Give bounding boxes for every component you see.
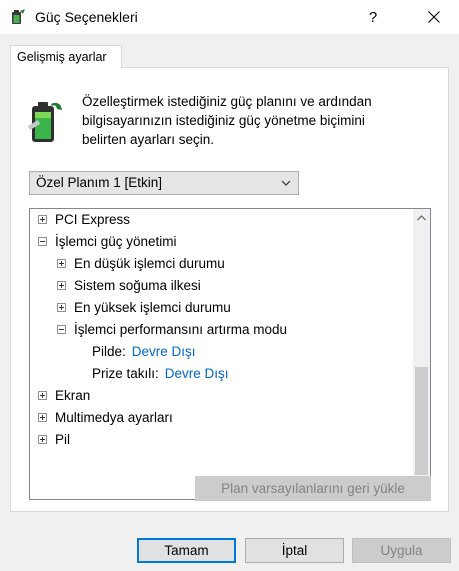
- tree-item-display[interactable]: Ekran: [38, 385, 90, 407]
- tree-item-cooling-policy[interactable]: Sistem soğuma ilkesi: [57, 275, 201, 297]
- tree-item-label: İşlemci güç yönetimi: [55, 234, 177, 249]
- plugged-in-value-link[interactable]: Devre Dışı: [165, 366, 229, 381]
- tree-item-label: PCI Express: [55, 212, 131, 227]
- tree-item-label: İşlemci performansını artırma modu: [74, 322, 288, 337]
- expand-icon[interactable]: [57, 258, 66, 268]
- scrollbar-thumb[interactable]: [415, 367, 428, 475]
- tree-item-battery[interactable]: Pil: [38, 429, 70, 451]
- close-icon: [428, 11, 440, 23]
- tree-item-label: Pil: [55, 432, 71, 447]
- vertical-scrollbar[interactable]: [413, 209, 430, 499]
- expand-icon[interactable]: [38, 434, 47, 444]
- tree-item-on-battery: Pilde: Devre Dışı: [92, 341, 196, 363]
- expand-icon[interactable]: [57, 280, 66, 290]
- tree-item-multimedia[interactable]: Multimedya ayarları: [38, 407, 173, 429]
- description-line: bilgisayarınızın istediğiniz güç yönetme…: [82, 113, 365, 128]
- close-button[interactable]: [414, 0, 454, 34]
- power-plan-value: Özel Planım 1 [Etkin]: [36, 175, 163, 190]
- expand-icon[interactable]: [38, 214, 47, 224]
- setting-label: Pilde:: [92, 344, 126, 359]
- collapse-icon[interactable]: [57, 324, 66, 334]
- tree-item-label: Ekran: [55, 388, 91, 403]
- description-line: Özelleştirmek istediğiniz güç planını ve…: [82, 94, 372, 109]
- scroll-up-button[interactable]: [413, 209, 430, 226]
- power-plan-dropdown[interactable]: Özel Planım 1 [Etkin]: [29, 171, 299, 195]
- tree-item-processor-power[interactable]: İşlemci güç yönetimi: [38, 231, 177, 253]
- tree-item-boost-mode[interactable]: İşlemci performansını artırma modu: [57, 319, 287, 341]
- tree-item-label: En düşük işlemci durumu: [74, 256, 225, 271]
- on-battery-value-link[interactable]: Devre Dışı: [132, 344, 196, 359]
- collapse-icon[interactable]: [38, 236, 47, 246]
- chevron-up-icon: [417, 214, 426, 220]
- battery-plan-icon: [28, 102, 62, 142]
- power-options-icon: [12, 9, 25, 24]
- window-title: Güç Seçenekleri: [35, 9, 138, 25]
- description-line: belirten ayarları seçin.: [82, 132, 215, 147]
- expand-icon[interactable]: [38, 412, 47, 422]
- restore-defaults-button[interactable]: Plan varsayılanlarını geri yükle: [195, 476, 431, 501]
- tree-item-label: En yüksek işlemci durumu: [74, 300, 231, 315]
- expand-icon[interactable]: [38, 390, 47, 400]
- tree-item-label: Multimedya ayarları: [55, 410, 173, 425]
- apply-button[interactable]: Uygula: [352, 538, 451, 563]
- ok-button[interactable]: Tamam: [137, 538, 236, 563]
- chevron-down-icon: [281, 180, 291, 186]
- tree-item-max-processor-state[interactable]: En yüksek işlemci durumu: [57, 297, 231, 319]
- settings-tree[interactable]: PCI Express İşlemci güç yönetimi En düşü…: [29, 208, 431, 500]
- tree-item-min-processor-state[interactable]: En düşük işlemci durumu: [57, 253, 225, 275]
- tab-advanced-settings[interactable]: Gelişmiş ayarlar: [10, 45, 122, 68]
- help-button[interactable]: ?: [353, 0, 393, 34]
- tree-item-pci-express[interactable]: PCI Express: [38, 209, 130, 231]
- tree-item-plugged-in: Prize takılı: Devre Dışı: [92, 363, 229, 385]
- dialog-body: Gelişmiş ayarlar Özelleştirmek istediğin…: [0, 34, 459, 571]
- setting-label: Prize takılı:: [92, 366, 159, 381]
- title-bar: Güç Seçenekleri ?: [0, 0, 459, 34]
- description-text: Özelleştirmek istediğiniz güç planını ve…: [82, 92, 422, 149]
- tree-item-label: Sistem soğuma ilkesi: [74, 278, 201, 293]
- expand-icon[interactable]: [57, 302, 66, 312]
- cancel-button[interactable]: İptal: [245, 538, 344, 563]
